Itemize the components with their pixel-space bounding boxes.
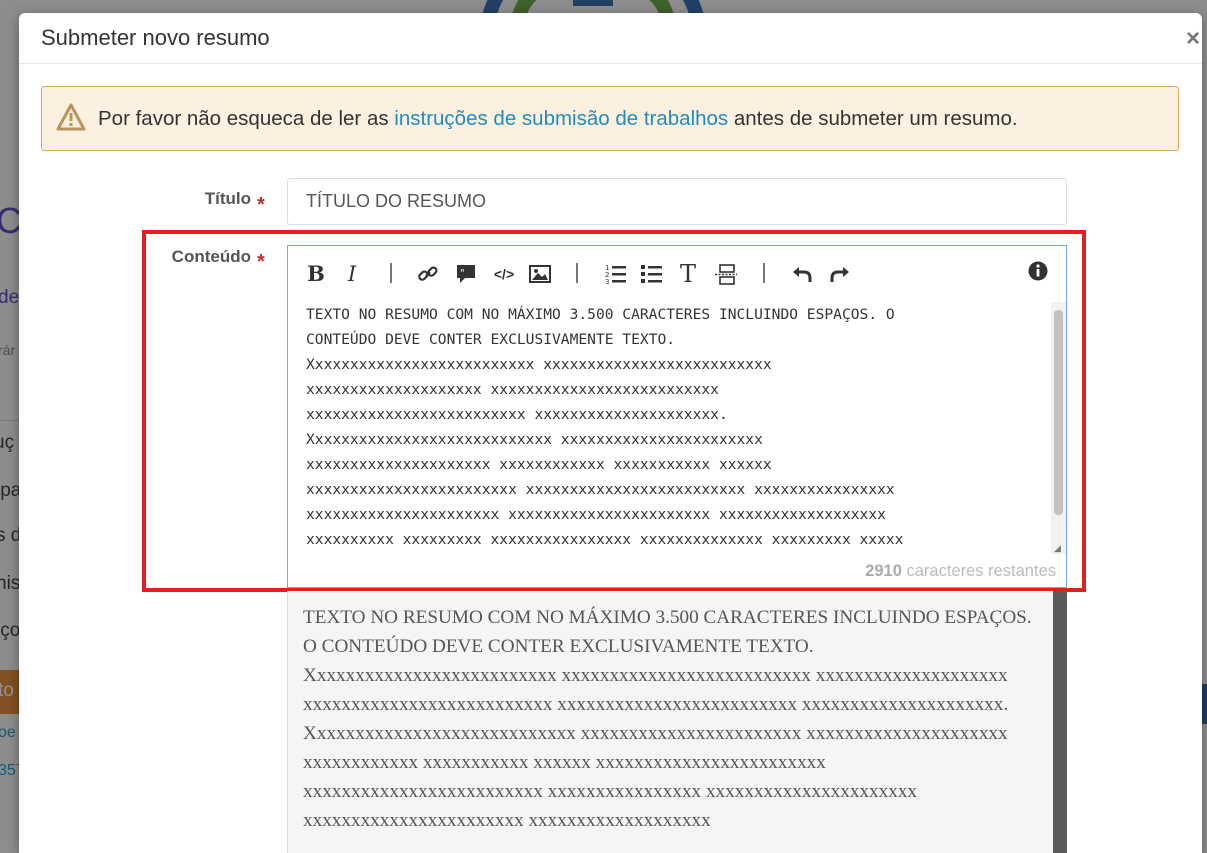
submission-instructions-link[interactable]: instruções de submisão de trabalhos — [394, 107, 728, 130]
content-textarea[interactable]: TEXTO NO RESUMO COM NO MÁXIMO 3.500 CARA… — [306, 302, 1046, 554]
alert-text-before: Por favor não esqueca de ler as — [98, 107, 395, 130]
content-preview: TEXTO NO RESUMO COM NO MÁXIMO 3.500 CARA… — [287, 591, 1053, 853]
preview-text: TEXTO NO RESUMO COM NO MÁXIMO 3.500 CARA… — [303, 607, 1032, 831]
alert-text-after: antes de submeter um resumo. — [728, 107, 1018, 130]
toolbar-separator — [576, 263, 578, 283]
unordered-list-icon[interactable] — [638, 260, 666, 288]
svg-text:": " — [460, 268, 465, 279]
redo-icon[interactable] — [826, 260, 854, 288]
toolbar-separator — [763, 263, 765, 283]
title-label: Título — [204, 189, 251, 208]
alert-message: Por favor não esqueca de ler as instruçõ… — [98, 107, 1018, 131]
editor-scrollbar[interactable] — [1051, 302, 1066, 554]
preview-scrollbar[interactable] — [1053, 591, 1067, 853]
warning-icon — [56, 103, 86, 131]
ordered-list-icon[interactable]: 123 — [602, 260, 630, 288]
close-icon[interactable]: × — [1186, 25, 1200, 53]
undo-icon[interactable] — [788, 260, 816, 288]
image-icon[interactable] — [526, 260, 554, 288]
character-counter: 2910 caracteres restantes — [865, 562, 1056, 581]
horizontal-rule-icon[interactable] — [712, 260, 740, 288]
scrollbar-thumb[interactable] — [1054, 310, 1063, 515]
link-icon[interactable] — [414, 260, 442, 288]
svg-text:3: 3 — [605, 278, 609, 285]
counter-suffix: caracteres restantes — [901, 562, 1057, 580]
required-marker: * — [257, 251, 265, 273]
title-input[interactable] — [287, 178, 1067, 225]
warning-alert: Por favor não esqueca de ler as instruçõ… — [41, 86, 1179, 151]
editor-toolbar: B I " </> 123 T — [288, 246, 1066, 302]
italic-icon[interactable]: I — [338, 260, 366, 288]
info-icon[interactable] — [1024, 258, 1052, 286]
submit-abstract-modal: Submeter novo resumo × Por favor não esq… — [19, 13, 1202, 853]
code-icon[interactable]: </> — [490, 260, 518, 288]
remaining-count: 2910 — [865, 562, 902, 580]
markdown-editor: B I " </> 123 T TEXTO NO RESUMO COM NO M… — [287, 245, 1067, 588]
resize-handle-icon[interactable]: ◢ — [1054, 543, 1064, 553]
quote-icon[interactable]: " — [452, 260, 480, 288]
heading-icon[interactable]: T — [674, 260, 702, 288]
toolbar-separator — [390, 263, 392, 283]
bold-icon[interactable]: B — [302, 260, 330, 288]
modal-header: Submeter novo resumo × — [19, 13, 1202, 64]
modal-title: Submeter novo resumo — [41, 25, 270, 50]
content-label: Conteúdo — [171, 247, 251, 266]
required-marker: * — [257, 194, 265, 216]
